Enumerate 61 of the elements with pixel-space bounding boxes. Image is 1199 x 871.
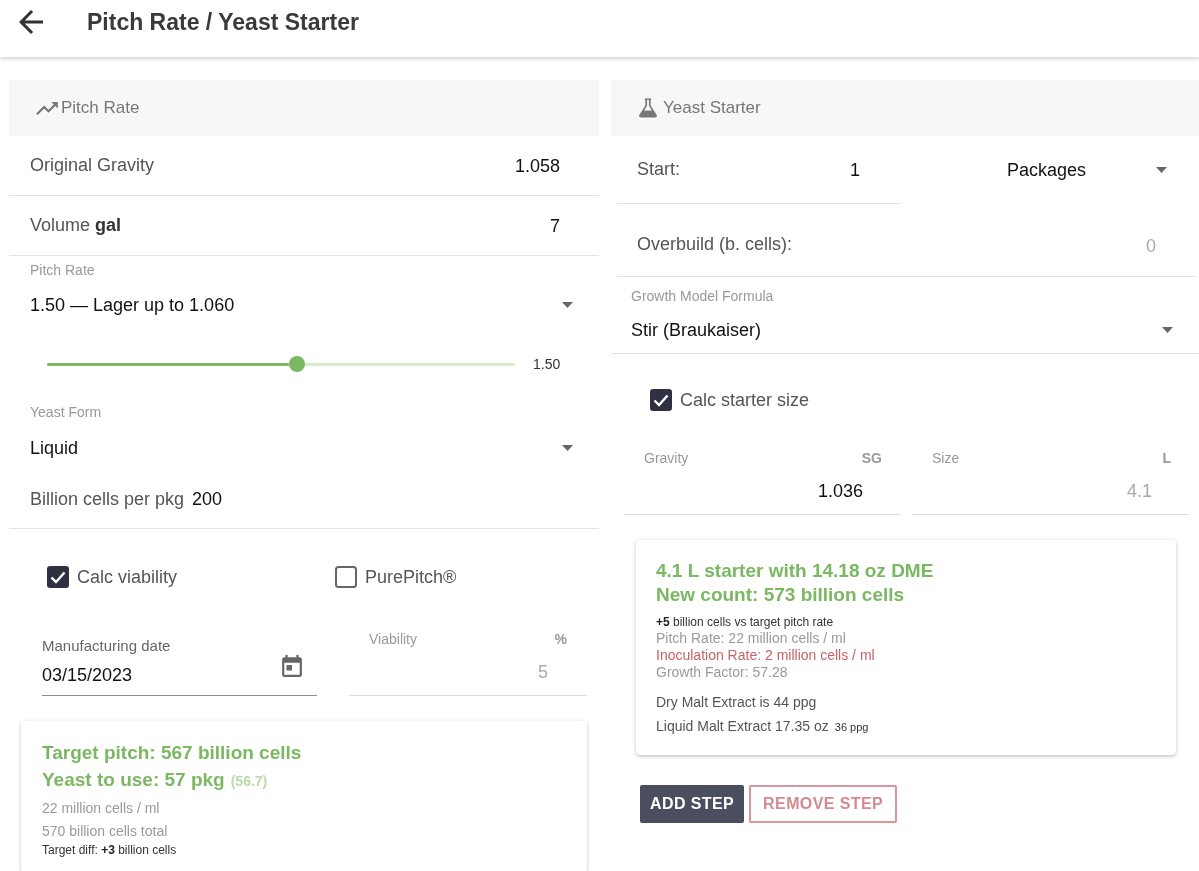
warning-text: Inoculation Rate: 2 million cells / ml [656,647,875,663]
number-input[interactable]: 0 [1016,234,1156,258]
trending-up-icon [35,101,59,115]
result-note: Target diff: +3 billion cells [42,843,177,857]
select-field[interactable]: 1.50 — Lager up to 1.060 [30,293,573,317]
panel-title: Pitch Rate [61,98,140,118]
result-text: 570 billion cells total [42,823,168,839]
field-label: Gravity [644,450,689,466]
field-label: Viability [369,631,417,647]
checkbox[interactable] [335,566,357,588]
field-label: Volume gal [30,215,122,236]
checkbox-label: PurePitch® [365,566,457,588]
caret-icon [1162,327,1173,333]
select-label: Yeast Form [30,404,103,420]
slider-value: 1.50 [533,356,561,372]
extract-text: Liquid Malt Extract 17.35 oz [656,718,829,734]
field-label: Size [932,450,960,466]
field-label: Overbuild (b. cells): [637,234,793,255]
caret-icon [562,302,573,308]
secondary-value: 36 ppg [834,721,869,733]
field-label: Start: [637,159,680,180]
result-headline: New count: 573 billion cells [656,584,905,605]
field-label: Original Gravity [30,155,155,176]
unit-select[interactable]: Packages [1007,158,1167,182]
caret-icon [1156,167,1167,173]
date-input[interactable]: 03/15/2023 [42,663,222,687]
result-headline: 4.1 L starter with 14.18 oz DME [656,560,934,581]
field-value: 200 [192,489,223,510]
add-button[interactable]: ADD STEP [640,785,745,823]
unit-label: SG [861,450,882,466]
select-field[interactable]: Stir (Braukaiser) [631,318,1173,342]
extract-text: Dry Malt Extract is 44 ppg [656,694,817,710]
select-label: Pitch Rate [30,262,96,278]
checkbox-label: Calc viability [77,566,178,588]
select-field[interactable]: Liquid [30,436,573,460]
number-input[interactable]: 7 [420,213,560,238]
number-input[interactable]: 1.058 [420,153,560,178]
result-headline: Target pitch: 567 billion cells [42,742,302,763]
panel-title: Yeast Starter [663,98,761,118]
checkbox[interactable] [47,566,69,588]
caret-icon [562,445,573,451]
number-field[interactable]: 1.036 [624,466,900,515]
select-label: Growth Model Formula [631,288,775,304]
flask-icon [639,98,657,118]
unit-label: L [1162,450,1171,466]
result-note: +5 billion cells vs target pitch rate [656,615,834,629]
number-input[interactable]: 1 [740,157,860,182]
field-label: Manufacturing date [42,638,172,654]
checkbox-label: Calc starter size [680,389,810,411]
unit-label: % [554,631,567,647]
slider-thumb[interactable] [288,356,305,372]
back-arrow-icon[interactable] [19,10,43,34]
page-title: Pitch Rate / Yeast Starter [87,8,359,36]
calendar-icon[interactable] [281,655,303,677]
checkbox[interactable] [650,389,672,411]
result-text: Pitch Rate: 22 million cells / ml [656,630,846,646]
result-text: 22 million cells / ml [42,800,160,816]
result-headline: Yeast to use: 57 pkg [42,769,225,790]
result-text: Growth Factor: 57.28 [656,664,788,680]
field-label: Billion cells per pkg [30,489,185,510]
secondary-value: (56.7) [230,773,268,789]
